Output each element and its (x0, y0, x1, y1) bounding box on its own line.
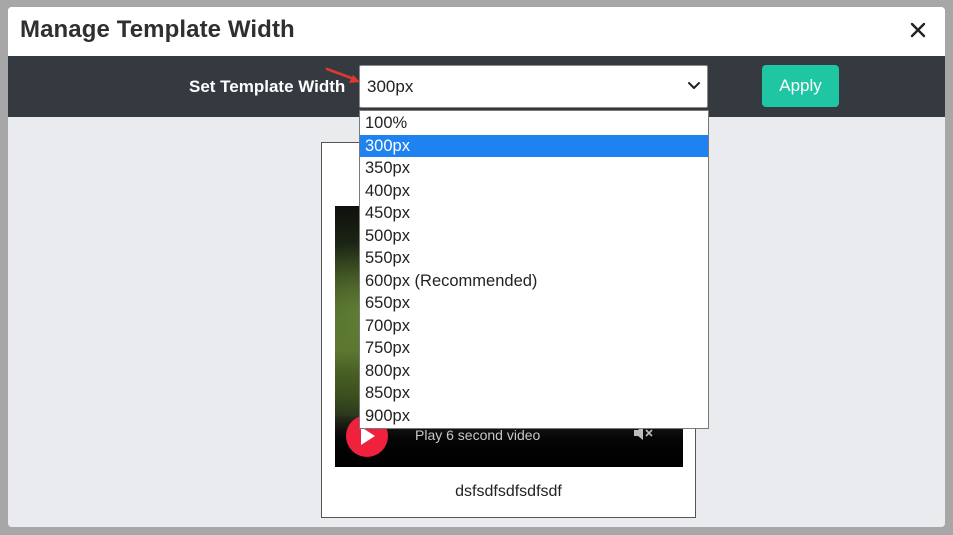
annotation-arrow-icon (325, 67, 360, 83)
width-options-dropdown: 100% 300px 350px 400px 450px 500px 550px 600px … (359, 110, 709, 429)
dropdown-option[interactable]: 600px (Recommended) (360, 270, 708, 293)
video-caption: Play 6 second video (415, 427, 541, 443)
play-icon (361, 427, 375, 445)
dropdown-option[interactable]: 500px (360, 225, 708, 248)
set-template-width-label: Set Template Width (189, 77, 346, 96)
dropdown-option[interactable]: 900px (360, 405, 708, 428)
dropdown-option[interactable]: 550px (360, 247, 708, 270)
dropdown-option[interactable]: 650px (360, 292, 708, 315)
close-icon (910, 22, 926, 38)
modal-header: Manage Template Width (8, 7, 945, 56)
dropdown-option[interactable]: 400px (360, 180, 708, 203)
apply-button[interactable]: Apply (762, 65, 839, 107)
dropdown-option[interactable]: 800px (360, 360, 708, 383)
template-width-toolbar: Set Template Width 300px Apply (8, 56, 945, 117)
dropdown-option[interactable]: 350px (360, 157, 708, 180)
chevron-down-icon (688, 82, 700, 89)
dropdown-option[interactable]: 750px (360, 337, 708, 360)
select-current-value: 300px (367, 77, 414, 96)
modal-title: Manage Template Width (20, 16, 295, 43)
card-text: dsfsdfsdfsdfsdf (455, 483, 562, 500)
close-button[interactable] (905, 17, 931, 43)
dropdown-option[interactable]: 850px (360, 382, 708, 405)
dropdown-option[interactable]: 300px (360, 134, 708, 157)
dropdown-option[interactable]: 450px (360, 202, 708, 225)
dropdown-option[interactable]: 700px (360, 315, 708, 338)
dropdown-option[interactable]: 100% (360, 112, 708, 135)
template-width-select[interactable]: 300px (359, 65, 708, 108)
